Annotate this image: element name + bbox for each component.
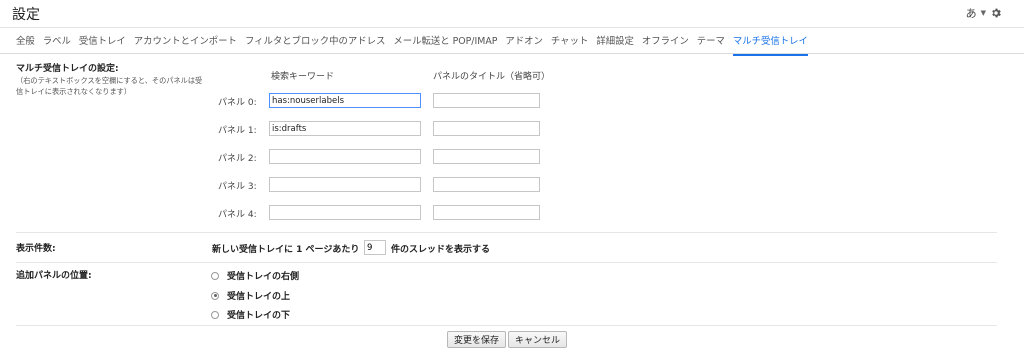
threads-per-page-input[interactable] [364, 240, 386, 255]
panel-4-title-input[interactable] [433, 205, 540, 220]
panel-4-keyword-input[interactable] [269, 205, 421, 220]
panel-3-keyword-input[interactable] [269, 177, 421, 192]
keyword-column-header: 検索キーワード [271, 72, 335, 82]
radio-below-label: 受信トレイの下 [227, 311, 291, 321]
chevron-down-icon[interactable]: ▼ [981, 9, 986, 17]
panel-1-label: パネル 1: [218, 126, 257, 136]
header-divider [0, 27, 1024, 28]
position-option-right[interactable]: 受信トレイの右側 [211, 269, 299, 282]
gear-icon[interactable] [990, 7, 1002, 19]
section-divider [16, 262, 997, 263]
section-divider [16, 232, 997, 233]
display-count-label: 表示件数: [16, 244, 56, 254]
panel-2-label: パネル 2: [218, 154, 257, 164]
panel-position-label: 追加パネルの位置: [16, 271, 92, 281]
radio-below[interactable] [211, 310, 219, 319]
radio-right[interactable] [211, 271, 219, 280]
display-count-prefix: 新しい受信トレイに 1 ページあたり [212, 245, 360, 255]
position-option-above[interactable]: 受信トレイの上 [211, 289, 290, 302]
radio-above[interactable] [211, 291, 219, 300]
title-column-header: パネルのタイトル（省略可） [433, 72, 551, 82]
panel-4-label: パネル 4: [218, 210, 257, 220]
header-tools: あ ▼ [966, 5, 1002, 21]
panel-2-title-input[interactable] [433, 149, 540, 164]
radio-above-label: 受信トレイの上 [227, 292, 291, 302]
panel-2-keyword-input[interactable] [269, 149, 421, 164]
save-changes-button[interactable]: 変更を保存 [447, 331, 507, 348]
multi-inbox-description: （右のテキストボックスを空欄にすると、そのパネルは受信トレイに表示されなくなりま… [16, 76, 203, 96]
panel-3-title-input[interactable] [433, 177, 540, 192]
panel-0-title-input[interactable] [433, 93, 540, 108]
tabs-divider [0, 53, 1024, 54]
panel-1-title-input[interactable] [433, 121, 540, 136]
panel-0-keyword-input[interactable] [269, 93, 421, 108]
position-option-below[interactable]: 受信トレイの下 [211, 308, 290, 321]
section-divider [16, 325, 997, 326]
panel-3-label: パネル 3: [218, 182, 257, 192]
radio-right-label: 受信トレイの右側 [227, 272, 300, 282]
display-count-suffix: 件のスレッドを表示する [391, 245, 491, 255]
page-title: 設定 [12, 7, 40, 23]
cancel-button[interactable]: キャンセル [508, 331, 568, 348]
multi-inbox-section-title: マルチ受信トレイの設定: [16, 64, 119, 74]
panel-0-label: パネル 0: [218, 98, 257, 108]
panel-1-keyword-input[interactable] [269, 121, 421, 136]
input-language-indicator[interactable]: あ [966, 5, 977, 21]
